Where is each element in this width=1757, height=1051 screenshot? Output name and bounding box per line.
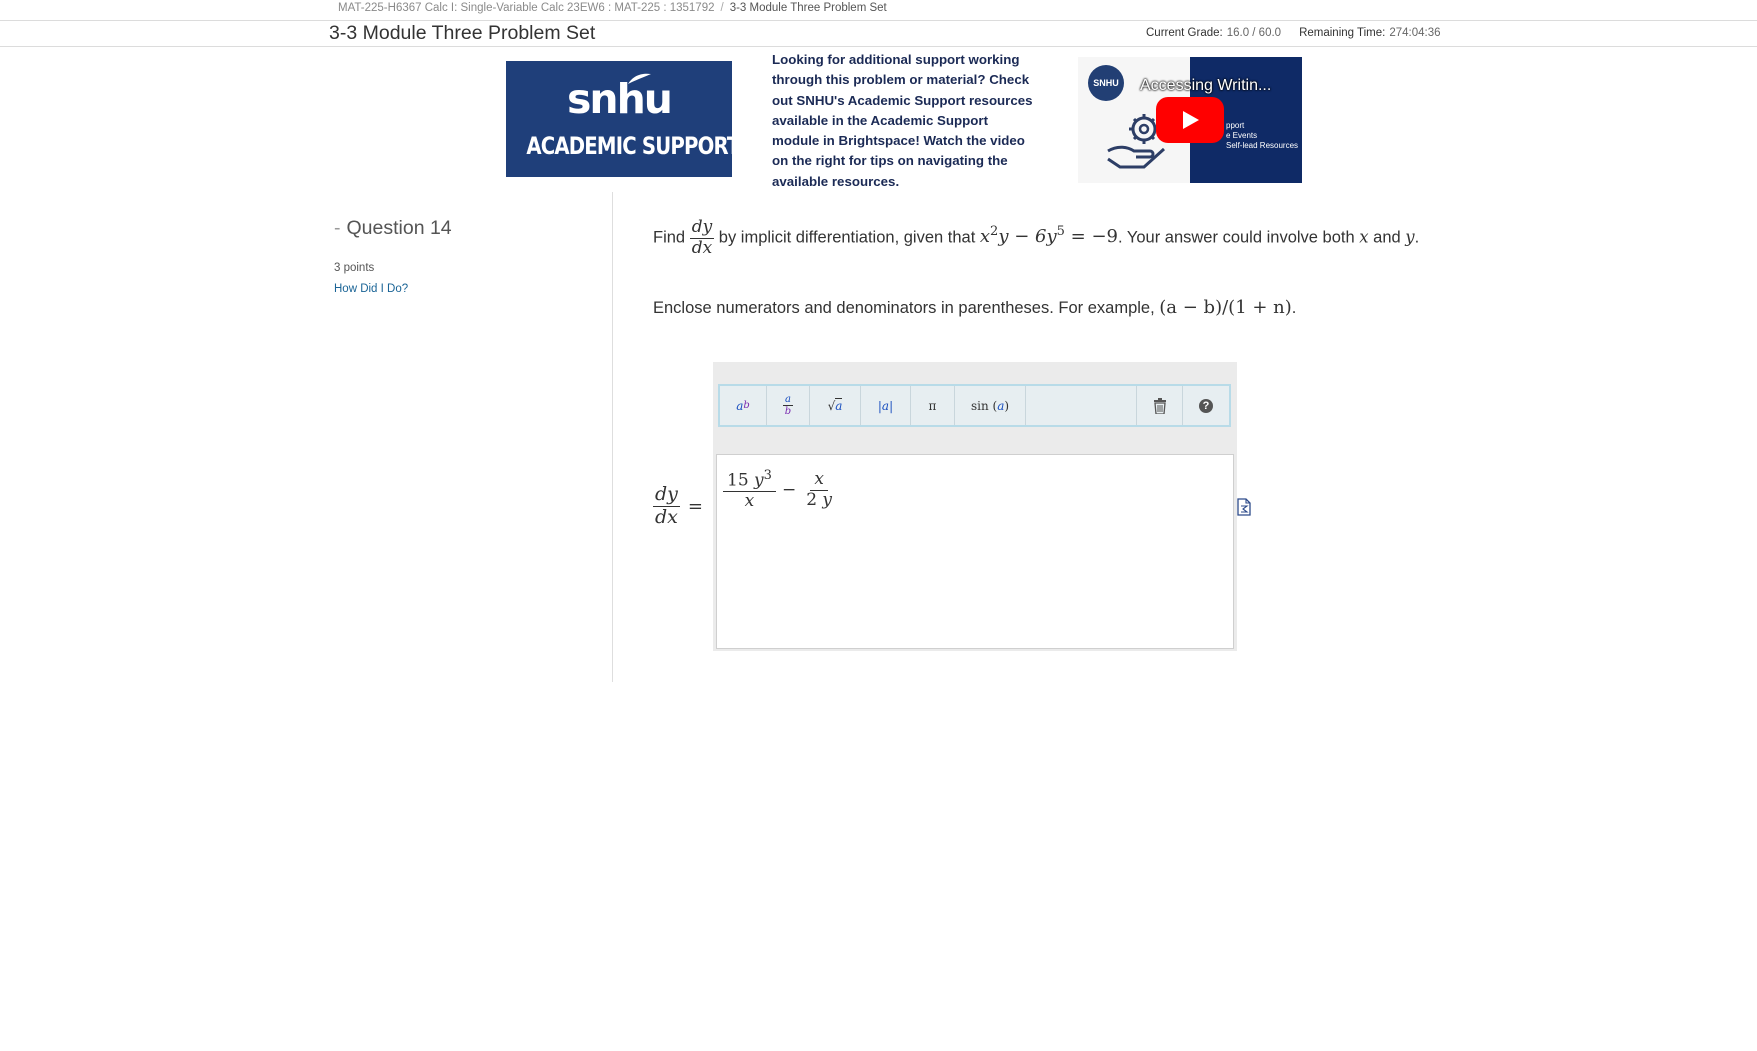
problem-text: by implicit differentiation, given that	[718, 228, 976, 247]
clear-button[interactable]	[1137, 386, 1183, 425]
answer-term1: 15 y3 x	[723, 468, 776, 512]
video-embed[interactable]: SNHU Accessing Writin... pport e Events …	[1078, 57, 1302, 183]
problem-statement: Find dy dx by implicit differentiation, g…	[653, 217, 1420, 258]
trash-icon	[1153, 397, 1166, 414]
question-points: 3 points	[334, 262, 375, 274]
power-button[interactable]: ab	[720, 386, 767, 425]
abs-button[interactable]: | a |	[861, 386, 911, 425]
video-list-item: e Events	[1226, 131, 1258, 140]
breadcrumb-current: 3-3 Module Three Problem Set	[729, 2, 887, 14]
instruction-text: Enclose numerators and denominators in p…	[653, 297, 1297, 318]
question-title: Question 14	[346, 217, 452, 239]
header-bar	[0, 20, 1757, 47]
problem-find: Find	[653, 228, 686, 247]
video-title: Accessing Writin...	[1140, 77, 1272, 94]
help-button[interactable]: ?	[1183, 386, 1229, 425]
breadcrumb: MAT-225-H6367 Calc I: Single-Variable Ca…	[338, 2, 887, 14]
time-label: Remaining Time:	[1299, 27, 1386, 39]
channel-avatar: SNHU	[1088, 65, 1124, 101]
lhs-fraction: dy dx	[653, 483, 680, 528]
editor-toolbar: ab ab √ a | a | π sin (a) ?	[718, 384, 1231, 427]
play-button[interactable]	[1156, 97, 1224, 143]
answer-input[interactable]: 15 y3 x − x 2 y	[716, 454, 1234, 649]
how-did-i-do-link[interactable]: How Did I Do?	[334, 283, 408, 295]
given-equation: x2y − 6y5 = −9	[979, 224, 1118, 248]
breadcrumb-separator: /	[720, 2, 724, 14]
question-label[interactable]: - Question 14	[334, 217, 452, 240]
answer-lhs: dy dx =	[653, 483, 703, 529]
video-list-item: Self-lead Resources	[1226, 141, 1299, 150]
page-title: 3-3 Module Three Problem Set	[329, 22, 596, 44]
example-expression: (a − b)/(1 + n)	[1159, 297, 1292, 318]
grade-info: Current Grade: 16.0 / 60.0 Remaining Time:…	[1146, 27, 1441, 39]
column-divider	[612, 192, 613, 682]
video-list: pport e Events Self-lead Resources	[1226, 121, 1298, 151]
breadcrumb-course-link[interactable]: MAT-225-H6367 Calc I: Single-Variable Ca…	[338, 2, 715, 14]
answer-term2: x 2 y	[806, 469, 833, 510]
video-list-item: pport	[1226, 121, 1245, 130]
pi-button[interactable]: π	[911, 386, 955, 425]
grade-value: 16.0 / 60.0	[1226, 27, 1282, 39]
answer-expression: 15 y3 x − x 2 y	[723, 468, 836, 512]
support-message: Looking for additional support working t…	[772, 52, 1033, 189]
play-icon	[1183, 111, 1199, 129]
time-value: 274:04:36	[1389, 27, 1441, 39]
sqrt-button[interactable]: √ a	[810, 386, 861, 425]
math-document-icon[interactable]	[1237, 498, 1251, 516]
collapse-dash[interactable]: -	[334, 217, 341, 239]
equation-editor: ab ab √ a | a | π sin (a) ? 15 y3 x − x …	[713, 362, 1237, 651]
banner-subtitle: ACADEMIC SUPPORT	[526, 132, 740, 160]
help-icon: ?	[1199, 398, 1213, 413]
grade-label: Current Grade:	[1146, 27, 1223, 39]
dy-dx-fraction: dy dx	[689, 217, 715, 258]
answer-minus: −	[781, 480, 797, 501]
banner-wordmark: snhu	[567, 75, 673, 123]
fraction-button[interactable]: ab	[767, 386, 810, 425]
academic-support-banner[interactable]: snhu ACADEMIC SUPPORT	[506, 61, 740, 177]
sin-button[interactable]: sin (a)	[955, 386, 1026, 425]
equals-sign: =	[687, 495, 703, 517]
